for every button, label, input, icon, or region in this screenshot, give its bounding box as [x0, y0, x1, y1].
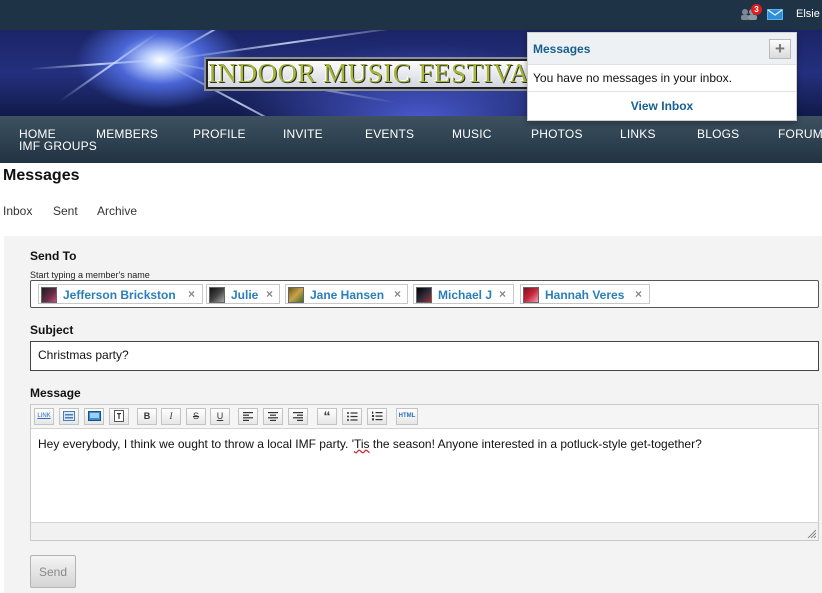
resize-handle-icon[interactable]	[807, 529, 816, 538]
editor-toolbar: LINK B I S U “ HTML	[31, 405, 818, 429]
insert-video-button[interactable]	[59, 408, 79, 425]
message-label: Message	[30, 386, 81, 400]
italic-button[interactable]: I	[161, 408, 181, 425]
avatar	[209, 287, 225, 303]
nav-imf-groups[interactable]: IMF GROUPS	[19, 139, 97, 153]
insert-link-button[interactable]: LINK	[34, 408, 54, 425]
file-icon	[114, 410, 124, 422]
nav-forums[interactable]: FORUMS	[778, 127, 822, 141]
nav-links[interactable]: LINKS	[620, 127, 656, 141]
remove-recipient-icon[interactable]: ×	[635, 287, 642, 301]
recipients-input[interactable]: Jefferson Brickston × Julie × Jane Hanse…	[30, 280, 819, 308]
video-icon	[63, 411, 75, 421]
editor-resize-bar[interactable]	[31, 522, 818, 540]
bullet-list-button[interactable]	[342, 408, 362, 425]
nav-profile[interactable]: PROFILE	[193, 127, 246, 141]
subject-label: Subject	[30, 323, 74, 337]
insert-image-button[interactable]	[84, 408, 104, 425]
message-textarea[interactable]: Hey everybody, I think we ought to throw…	[38, 437, 702, 451]
recipient-name: Julie	[231, 288, 259, 302]
user-name[interactable]: Elsie	[796, 8, 820, 20]
recipient-name: Jane Hansen	[310, 288, 385, 302]
remove-recipient-icon[interactable]: ×	[394, 287, 401, 301]
remove-recipient-icon[interactable]: ×	[266, 287, 273, 301]
tab-archive[interactable]: Archive	[97, 204, 137, 218]
numbered-list-icon	[371, 411, 382, 421]
avatar	[41, 287, 57, 303]
tab-sent[interactable]: Sent	[53, 204, 78, 218]
align-left-button[interactable]	[238, 408, 258, 425]
align-center-icon	[268, 412, 278, 421]
underline-button[interactable]: U	[210, 408, 230, 425]
nav-members[interactable]: MEMBERS	[96, 127, 158, 141]
send-to-label: Send To	[30, 249, 77, 263]
subject-input[interactable]: Christmas party?	[30, 341, 819, 371]
align-left-icon	[243, 412, 253, 421]
page-title: Messages	[3, 167, 80, 184]
divider	[528, 91, 796, 92]
remove-recipient-icon[interactable]: ×	[499, 287, 506, 301]
insert-file-button[interactable]	[109, 408, 129, 425]
message-text: Hey everybody, I think we ought to throw…	[38, 437, 354, 451]
nav-events[interactable]: EVENTS	[365, 127, 414, 141]
view-inbox-link[interactable]: View Inbox	[528, 99, 796, 113]
recipient-name: Jefferson Brickston	[63, 288, 176, 302]
empty-inbox-text: You have no messages in your inbox.	[533, 71, 733, 85]
avatar	[523, 287, 539, 303]
send-button[interactable]: Send	[30, 555, 76, 588]
bullet-list-icon	[346, 412, 357, 421]
top-bar: 3 Elsie	[0, 0, 822, 30]
recipient-name: Michael J	[438, 288, 493, 302]
html-mode-button[interactable]: HTML	[396, 408, 418, 425]
compose-message-button[interactable]: +	[769, 39, 791, 59]
tab-inbox[interactable]: Inbox	[3, 204, 32, 218]
main-nav: HOME MEMBERS PROFILE INVITE EVENTS MUSIC…	[0, 116, 822, 163]
nav-blogs[interactable]: BLOGS	[697, 127, 739, 141]
avatar	[288, 287, 304, 303]
send-to-hint: Start typing a member's name	[30, 270, 150, 280]
nav-photos[interactable]: PHOTOS	[531, 127, 583, 141]
blockquote-button[interactable]: “	[317, 408, 337, 425]
messages-popover: Messages + You have no messages in your …	[527, 32, 797, 121]
image-icon	[87, 411, 101, 421]
strikethrough-button[interactable]: S	[186, 408, 206, 425]
align-right-button[interactable]	[288, 408, 308, 425]
recipient-chip: Hannah Veres ×	[520, 284, 650, 304]
recipient-chip: Jane Hansen ×	[285, 284, 408, 304]
align-right-icon	[293, 412, 303, 421]
avatar	[416, 287, 432, 303]
recipient-chip: Julie ×	[206, 284, 280, 304]
numbered-list-button[interactable]	[367, 408, 387, 425]
message-text: the season! Anyone interested in a potlu…	[369, 437, 702, 451]
message-editor: LINK B I S U “ HTML Hey everybody, I thi…	[30, 404, 819, 541]
remove-recipient-icon[interactable]: ×	[188, 287, 195, 301]
bold-button[interactable]: B	[137, 408, 157, 425]
misspelled-word: Tis	[353, 437, 370, 451]
popover-header: Messages +	[528, 33, 796, 65]
mail-icon[interactable]	[767, 9, 783, 20]
recipient-chip: Michael J ×	[413, 284, 514, 304]
nav-music[interactable]: MUSIC	[452, 127, 492, 141]
recipient-chip: Jefferson Brickston ×	[38, 284, 203, 304]
notification-badge: 3	[751, 4, 762, 15]
align-center-button[interactable]	[263, 408, 283, 425]
popover-title[interactable]: Messages	[533, 42, 590, 56]
site-logo-title[interactable]: INDOOR MUSIC FESTIVAL	[208, 58, 547, 89]
nav-invite[interactable]: INVITE	[283, 127, 323, 141]
recipient-name: Hannah Veres	[545, 288, 625, 302]
